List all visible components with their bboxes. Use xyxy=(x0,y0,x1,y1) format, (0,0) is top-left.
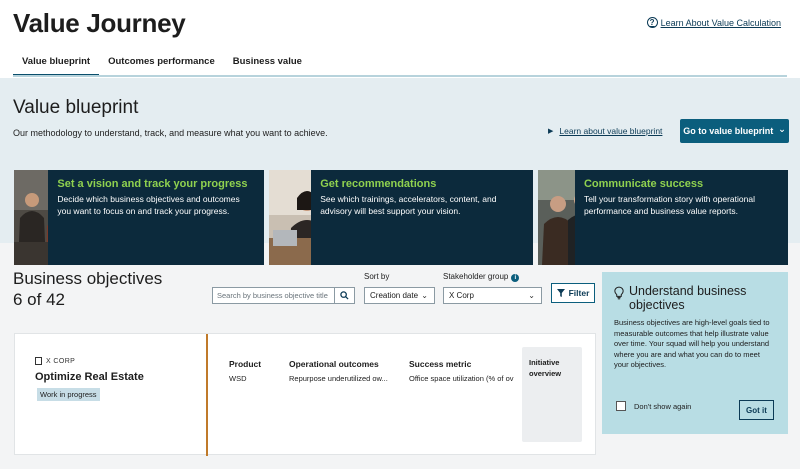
tabs-divider xyxy=(13,75,787,77)
card-text: See which trainings, accelerators, conte… xyxy=(320,194,497,216)
tab-bar: Value blueprint Outcomes performance Bus… xyxy=(13,52,311,76)
search-icon xyxy=(340,291,349,300)
feature-card-communicate: Communicate success Tell your transforma… xyxy=(538,170,788,265)
search-input[interactable] xyxy=(213,291,333,300)
question-icon: ? xyxy=(646,17,658,28)
filter-label: Filter xyxy=(568,288,590,298)
play-arrow-icon: ▶ xyxy=(548,128,554,135)
team-photo xyxy=(14,170,49,265)
column-header-product: Product xyxy=(229,359,262,369)
lightbulb-icon xyxy=(614,286,624,300)
card-title: Set a vision and track your progress xyxy=(57,178,248,190)
building-icon xyxy=(35,357,42,365)
blueprint-title: Value blueprint xyxy=(13,97,139,118)
checkbox-label: Don't show again xyxy=(634,401,692,411)
info-icon[interactable]: i xyxy=(511,274,520,282)
dont-show-checkbox[interactable] xyxy=(616,401,626,411)
chevron-down-icon: ⌄ xyxy=(528,291,535,300)
learn-blueprint-link[interactable]: ▶ Learn about value blueprint xyxy=(548,126,662,136)
understand-objectives-panel: Understand business objectives Business … xyxy=(602,272,788,434)
funnel-icon xyxy=(556,289,565,297)
stakeholder-value: X Corp xyxy=(449,291,474,300)
search-button[interactable] xyxy=(334,288,354,303)
help-link-label: Learn About Value Calculation xyxy=(660,17,781,28)
stakeholder-label: Stakeholder group i xyxy=(443,272,520,282)
colleagues-photo xyxy=(538,170,575,265)
go-to-blueprint-label: Go to value blueprint xyxy=(683,126,774,136)
help-link[interactable]: ? Learn About Value Calculation xyxy=(646,17,781,28)
sort-select[interactable]: Creation date ⌄ xyxy=(364,287,435,304)
card-title: Communicate success xyxy=(583,178,704,190)
initiative-overview[interactable]: Initiative overview xyxy=(522,347,582,442)
column-header-metric: Success metric xyxy=(409,359,472,369)
status-badge: Work in progress xyxy=(37,388,100,401)
sort-value: Creation date xyxy=(370,291,419,300)
column-value-metric: Office space utilization (% of ov xyxy=(409,374,514,383)
feature-card-recommendations: Get recommendations See which trainings,… xyxy=(269,170,533,265)
column-header-outcomes: Operational outcomes xyxy=(289,359,379,369)
got-it-button[interactable]: Got it xyxy=(739,400,774,420)
card-divider xyxy=(206,334,208,456)
column-value-product: WSD xyxy=(229,374,247,383)
learn-blueprint-label: Learn about value blueprint xyxy=(559,126,663,136)
app-title: Value Journey xyxy=(13,8,186,38)
objectives-title: Business objectives xyxy=(13,269,163,288)
objective-search xyxy=(212,287,355,304)
laptop-photo xyxy=(269,170,312,265)
company-tag: X CORP xyxy=(35,357,75,365)
chevron-down-icon: ⌄ xyxy=(778,123,786,134)
card-title: Get recommendations xyxy=(320,178,437,190)
tab-outcomes-performance[interactable]: Outcomes performance xyxy=(99,52,224,76)
sort-label: Sort by xyxy=(364,272,390,281)
objective-card[interactable]: X CORP Optimize Real Estate Work in prog… xyxy=(14,333,596,456)
objectives-count: 6 of 42 xyxy=(13,290,65,309)
stakeholder-select[interactable]: X Corp ⌄ xyxy=(443,287,542,304)
objective-name: Optimize Real Estate xyxy=(35,371,144,383)
filter-button[interactable]: Filter xyxy=(551,283,595,303)
card-text: Decide which business objectives and out… xyxy=(57,194,240,216)
feature-card-vision: Set a vision and track your progress Dec… xyxy=(14,170,264,265)
card-text: Tell your transformation story with oper… xyxy=(583,194,755,216)
tab-value-blueprint[interactable]: Value blueprint xyxy=(13,52,100,76)
header: Value Journey ? Learn About Value Calcul… xyxy=(0,0,800,78)
dont-show-again: Don't show again xyxy=(616,401,691,411)
panel-title: Understand business objectives xyxy=(629,284,747,312)
go-to-blueprint-button[interactable]: Go to value blueprint ⌄ xyxy=(680,119,789,143)
blueprint-description: Our methodology to understand, track, an… xyxy=(13,128,328,138)
panel-description: Business objectives are high-level goals… xyxy=(614,318,770,369)
column-value-outcomes: Repurpose underutilized ow... xyxy=(289,374,388,383)
tab-business-value[interactable]: Business value xyxy=(224,52,311,76)
chevron-down-icon: ⌄ xyxy=(421,291,428,300)
